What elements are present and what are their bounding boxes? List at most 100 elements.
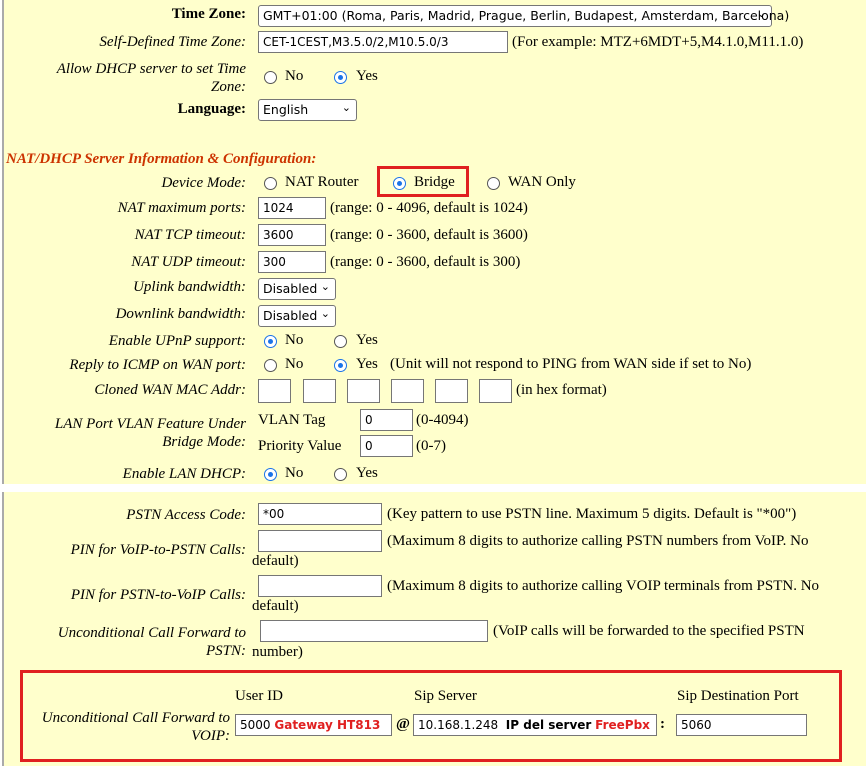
nat-max-ports-input[interactable]: 1024 [258, 197, 326, 219]
uplink-select[interactable]: Disabled ⌄ [258, 278, 336, 300]
sip-server-value: 10.168.1.248 [418, 718, 499, 732]
mac-octet-3-input[interactable] [347, 379, 380, 403]
dhcp-timezone-label-line2: Zone: [211, 79, 246, 95]
pstn-access-code-hint: (Key pattern to use PSTN line. Maximum 5… [387, 506, 797, 522]
dhcp-timezone-no-label: No [285, 68, 304, 84]
dhcp-timezone-yes-radio[interactable] [334, 71, 347, 84]
upnp-no-label: No [285, 332, 304, 348]
icmp-yes-label: Yes [356, 356, 378, 372]
language-value: English [263, 102, 309, 117]
downlink-select[interactable]: Disabled ⌄ [258, 305, 336, 327]
pin-pstn-voip-input[interactable] [258, 575, 382, 597]
dhcp-timezone-no-radio[interactable] [264, 71, 277, 84]
language-select[interactable]: English ⌄ [258, 99, 357, 121]
device-mode-bridge-label: Bridge [414, 174, 455, 190]
device-mode-label: Device Mode: [161, 175, 246, 191]
sip-server-annotation-brand: FreePbx [595, 718, 650, 732]
pstn-access-code-label: PSTN Access Code: [126, 507, 246, 523]
vlan-tag-input[interactable]: 0 [360, 409, 413, 431]
lan-dhcp-no-radio[interactable] [264, 468, 277, 481]
icmp-no-label: No [285, 356, 304, 372]
vlan-tag-hint: (0-4094) [416, 412, 469, 428]
upnp-no-radio[interactable] [264, 335, 277, 348]
self-defined-tz-label: Self-Defined Time Zone: [99, 34, 246, 50]
cloned-mac-label: Cloned WAN MAC Addr: [94, 382, 246, 398]
priority-value-hint: (0-7) [416, 438, 446, 454]
user-id-annotation: Gateway HT813 [274, 718, 381, 732]
ucf-voip-sip-port-input[interactable]: 5060 [676, 714, 807, 736]
ucf-voip-label-line2: VOIP: [191, 728, 230, 744]
nat-udp-hint: (range: 0 - 3600, default is 300) [330, 254, 521, 270]
ucf-voip-user-id-input[interactable]: 5000 Gateway HT813 [235, 714, 392, 736]
upnp-label: Enable UPnP support: [108, 333, 246, 349]
ucf-pstn-input[interactable] [260, 620, 488, 642]
nat-tcp-label: NAT TCP timeout: [134, 227, 246, 243]
dhcp-timezone-yes-label: Yes [356, 68, 378, 84]
chevron-down-icon: ⌄ [320, 307, 330, 320]
user-id-header: User ID [235, 688, 283, 704]
time-zone-label: Time Zone: [171, 6, 246, 22]
device-mode-nat-router-radio[interactable] [264, 177, 277, 190]
downlink-label: Downlink bandwidth: [115, 306, 246, 322]
pstn-access-code-input[interactable]: *00 [258, 503, 382, 525]
time-zone-value: GMT+01:00 (Roma, Paris, Madrid, Prague, … [263, 8, 790, 23]
pin-voip-pstn-hint-cont: default) [252, 553, 299, 569]
sip-server-annotation: IP del server [505, 718, 592, 732]
nat-max-ports-label: NAT maximum ports: [117, 200, 246, 216]
chevron-down-icon: ⌄ [341, 101, 351, 114]
pin-pstn-voip-hint: (Maximum 8 digits to authorize calling V… [387, 578, 820, 594]
lan-dhcp-label: Enable LAN DHCP: [122, 466, 246, 482]
ucf-voip-label: Unconditional Call Forward to VOIP: [10, 709, 230, 745]
uplink-value: Disabled [263, 281, 318, 296]
ucf-pstn-label-line1: Unconditional Call Forward to [57, 625, 246, 641]
lan-dhcp-yes-radio[interactable] [334, 468, 347, 481]
time-zone-select[interactable]: GMT+01:00 (Roma, Paris, Madrid, Prague, … [258, 5, 789, 27]
device-mode-bridge-radio[interactable] [393, 177, 406, 190]
nat-udp-input[interactable]: 300 [258, 251, 326, 273]
sip-server-header: Sip Server [414, 688, 477, 704]
ucf-pstn-hint-cont: number) [252, 644, 303, 660]
pin-voip-pstn-label: PIN for VoIP-to-PSTN Calls: [70, 542, 246, 558]
mac-octet-5-input[interactable] [435, 379, 468, 403]
device-mode-wan-only-label: WAN Only [508, 174, 576, 190]
ucf-pstn-label-line2: PSTN: [205, 643, 246, 659]
at-sign: @ [396, 716, 410, 732]
dhcp-timezone-label-line1: Allow DHCP server to set Time [56, 61, 246, 77]
upnp-yes-radio[interactable] [334, 335, 347, 348]
mac-octet-4-input[interactable] [391, 379, 424, 403]
mac-octet-6-input[interactable] [479, 379, 512, 403]
icmp-hint: (Unit will not respond to PING from WAN … [390, 356, 752, 372]
upnp-yes-label: Yes [356, 332, 378, 348]
device-mode-wan-only-radio[interactable] [487, 177, 500, 190]
lan-vlan-label: LAN Port VLAN Feature Under Bridge Mode: [6, 415, 246, 451]
user-id-value: 5000 [240, 718, 271, 732]
vlan-tag-label: VLAN Tag [258, 412, 326, 428]
ucf-pstn-label: Unconditional Call Forward to PSTN: [6, 624, 246, 660]
mac-octet-2-input[interactable] [303, 379, 336, 403]
nat-tcp-input[interactable]: 3600 [258, 224, 326, 246]
priority-value-input[interactable]: 0 [360, 435, 413, 457]
nat-section-title: NAT/DHCP Server Information & Configurat… [6, 151, 317, 167]
icmp-no-radio[interactable] [264, 359, 277, 372]
lan-dhcp-no-label: No [285, 465, 304, 481]
nat-tcp-hint: (range: 0 - 3600, default is 3600) [330, 227, 528, 243]
self-defined-tz-input[interactable]: CET-1CEST,M3.5.0/2,M10.5.0/3 [258, 31, 508, 53]
icmp-label: Reply to ICMP on WAN port: [69, 357, 246, 373]
ucf-pstn-hint: (VoIP calls will be forwarded to the spe… [493, 623, 805, 639]
priority-value-label: Priority Value [258, 438, 342, 454]
ucf-voip-sip-server-input[interactable]: 10.168.1.248 IP del server FreePbx [413, 714, 657, 736]
mac-octet-1-input[interactable] [258, 379, 291, 403]
device-mode-nat-router-label: NAT Router [285, 174, 359, 190]
chevron-down-icon: ⌄ [756, 7, 766, 20]
icmp-yes-radio[interactable] [334, 359, 347, 372]
lan-dhcp-yes-label: Yes [356, 465, 378, 481]
downlink-value: Disabled [263, 308, 318, 323]
uplink-label: Uplink bandwidth: [133, 279, 246, 295]
pin-pstn-voip-hint-cont: default) [252, 598, 299, 614]
dhcp-timezone-label: Allow DHCP server to set Time Zone: [6, 60, 246, 96]
pin-pstn-voip-label: PIN for PSTN-to-VoIP Calls: [70, 587, 246, 603]
nat-udp-label: NAT UDP timeout: [131, 254, 246, 270]
pin-voip-pstn-input[interactable] [258, 530, 382, 552]
self-defined-tz-hint: (For example: MTZ+6MDT+5,M4.1.0,M11.1.0) [512, 34, 804, 50]
ucf-voip-label-line1: Unconditional Call Forward to [41, 710, 230, 726]
